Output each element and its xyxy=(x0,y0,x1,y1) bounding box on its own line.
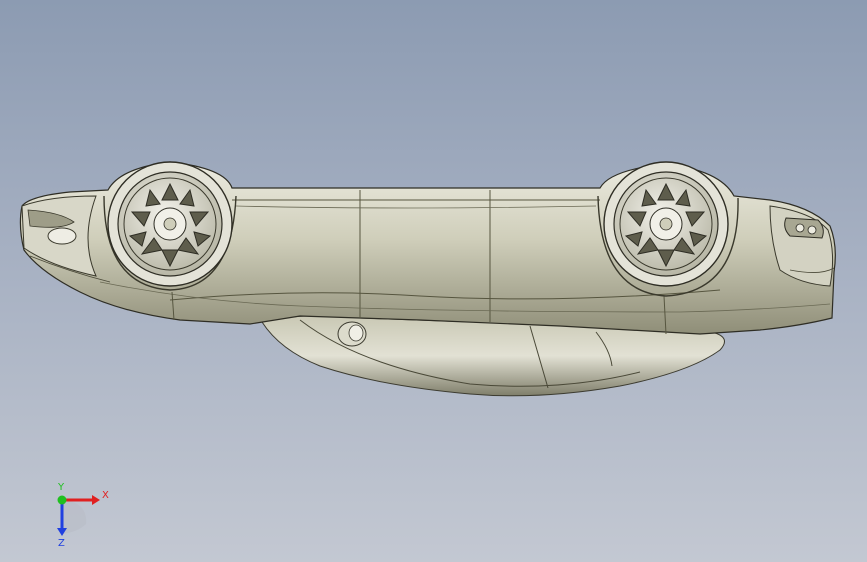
orientation-triad: X Y Z xyxy=(57,482,109,548)
wheel-rear xyxy=(603,161,729,287)
graphics-viewport[interactable]: X Y Z xyxy=(0,0,867,562)
y-axis-label: Y xyxy=(57,482,65,493)
fog-light xyxy=(47,227,77,245)
z-axis-label: Z xyxy=(58,538,65,548)
y-axis-dot xyxy=(57,495,67,505)
car-model[interactable] xyxy=(0,0,867,562)
x-axis-label: X xyxy=(102,490,109,501)
wheel-front xyxy=(107,161,233,287)
